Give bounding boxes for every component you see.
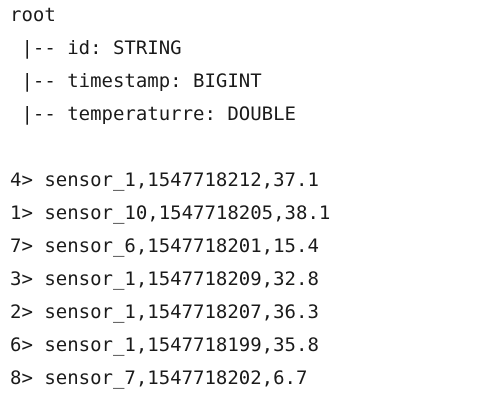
output-line: 3> sensor_1,1547718209,32.8: [10, 264, 496, 297]
output-line: 7> sensor_6,1547718201,15.4: [10, 231, 496, 264]
record-text: sensor_1,1547718212,37.1: [44, 169, 319, 191]
partition-prefix: 7>: [10, 235, 33, 257]
record-text: sensor_1,1547718199,35.8: [44, 334, 319, 356]
partition-prefix: 2>: [10, 301, 33, 323]
partition-prefix: 6>: [10, 334, 33, 356]
record-text: sensor_1,1547718209,32.8: [44, 268, 319, 290]
tree-branch: |--: [10, 70, 68, 92]
partition-prefix: 4>: [10, 169, 33, 191]
record-text: sensor_6,1547718201,15.4: [44, 235, 319, 257]
schema-field: |-- timestamp: BIGINT: [10, 66, 496, 99]
output-line: 4> sensor_1,1547718212,37.1: [10, 165, 496, 198]
schema-field: |-- temperaturre: DOUBLE: [10, 99, 496, 132]
console-output: root |-- id: STRING |-- timestamp: BIGIN…: [10, 0, 496, 396]
schema-field-text: temperaturre: DOUBLE: [67, 103, 296, 125]
schema-field: |-- id: STRING: [10, 33, 496, 66]
output-line: 6> sensor_1,1547718199,35.8: [10, 330, 496, 363]
partition-prefix: 8>: [10, 367, 33, 389]
output-line: 2> sensor_1,1547718207,36.3: [10, 297, 496, 330]
record-text: sensor_1,1547718207,36.3: [44, 301, 319, 323]
record-text: sensor_7,1547718202,6.7: [44, 367, 308, 389]
schema-field-text: timestamp: BIGINT: [67, 70, 262, 92]
tree-branch: |--: [10, 103, 68, 125]
schema-root: root: [10, 4, 56, 26]
output-line: 1> sensor_10,1547718205,38.1: [10, 198, 496, 231]
schema-field-text: id: STRING: [67, 37, 182, 59]
tree-branch: |--: [10, 37, 68, 59]
partition-prefix: 3>: [10, 268, 33, 290]
record-text: sensor_10,1547718205,38.1: [44, 202, 331, 224]
partition-prefix: 1>: [10, 202, 33, 224]
output-line: 8> sensor_7,1547718202,6.7: [10, 363, 496, 396]
